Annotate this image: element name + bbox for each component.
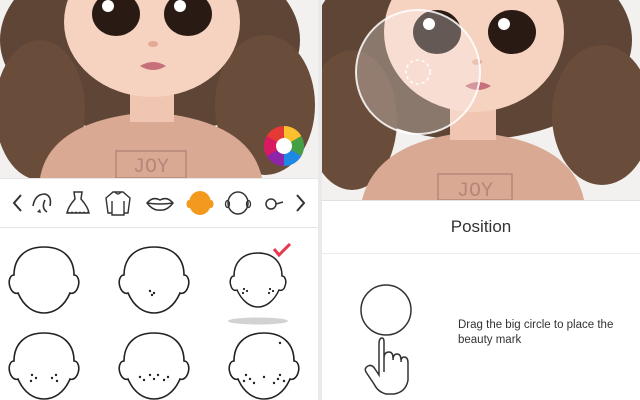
- face-option-chin-freckles[interactable]: [4, 325, 84, 400]
- face-option-many-freckles[interactable]: [224, 325, 304, 400]
- hair-icon[interactable]: [24, 185, 60, 221]
- face-option-cheek-freckles[interactable]: [224, 242, 304, 325]
- doll-illustration: JOY: [322, 0, 640, 200]
- instruction-panel: Drag the big circle to place the beauty …: [322, 254, 640, 400]
- shirt-print-text: JOY: [457, 180, 493, 200]
- big-circle-icon: [360, 284, 412, 336]
- doll-preview: JOY: [0, 0, 318, 178]
- category-toolbar: [0, 178, 318, 228]
- face-option-few-freckles[interactable]: [114, 239, 194, 319]
- face-editor-screen: JOY: [0, 0, 318, 400]
- drag-hint-illustration: [360, 284, 412, 395]
- instruction-text: Drag the big circle to place the beauty …: [458, 319, 614, 346]
- face-options-grid: [0, 229, 318, 400]
- face-option-plain[interactable]: [4, 239, 84, 319]
- position-header: Position: [322, 200, 640, 254]
- shirt-print-text: JOY: [133, 156, 169, 178]
- hand-pointer-icon: [364, 337, 409, 395]
- face-option-center-freckles[interactable]: [114, 325, 194, 400]
- dress-icon[interactable]: [60, 185, 96, 221]
- position-screen: JOY Position Drag the big circle to plac…: [322, 0, 640, 400]
- position-title: Position: [450, 217, 512, 236]
- magnifier-circle[interactable]: [355, 9, 481, 135]
- check-icon: [272, 242, 292, 258]
- color-wheel-icon[interactable]: [262, 124, 306, 168]
- face-skin-icon[interactable]: [182, 185, 218, 221]
- doll-preview: JOY: [322, 0, 640, 200]
- chevron-right-icon[interactable]: [282, 185, 318, 221]
- head-shape-icon[interactable]: [220, 185, 256, 221]
- sweater-icon[interactable]: [100, 185, 136, 221]
- lips-icon[interactable]: [142, 185, 178, 221]
